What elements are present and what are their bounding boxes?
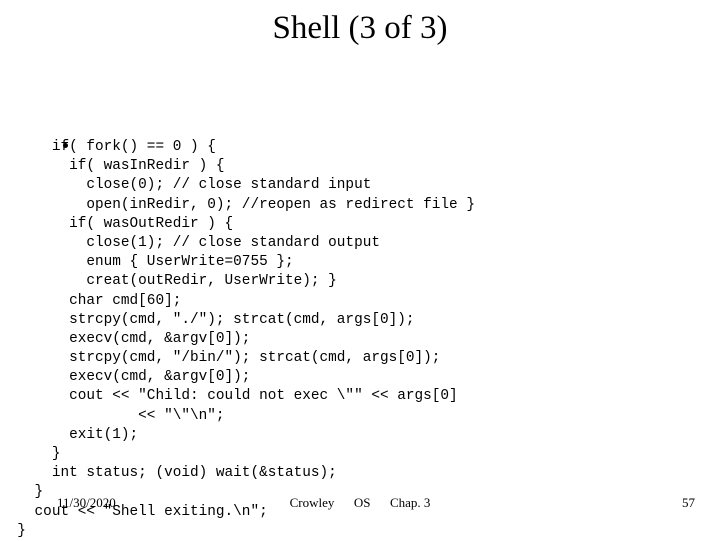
code-line: if( wasInRedir ) { xyxy=(0,158,225,175)
code-line: execv(cmd, &argv[0]); xyxy=(0,369,251,386)
code-line: execv(cmd, &argv[0]); xyxy=(0,330,251,347)
code-line: open(inRedir, 0); //reopen as redirect f… xyxy=(0,196,475,213)
footer-page-number: 57 xyxy=(682,495,695,510)
page-title: Shell (3 of 3) xyxy=(272,10,448,46)
code-line: } xyxy=(0,522,26,539)
code-line: close(1); // close standard output xyxy=(0,234,380,251)
slide-footer: 11/30/2020 Crowley OS Chap. 3 57 xyxy=(0,494,720,516)
code-line: int status; (void) wait(&status); xyxy=(0,465,337,482)
footer-center-text: Crowley OS Chap. 3 xyxy=(289,495,431,510)
code-line: close(0); // close standard input xyxy=(0,177,372,194)
code-line: cout << "Child: could not exec \"" << ar… xyxy=(0,388,458,405)
code-line: creat(outRedir, UserWrite); } xyxy=(0,273,337,290)
code-block: if( fork() == 0 ) { if( wasInRedir ) { c… xyxy=(0,138,720,541)
code-line: strcpy(cmd, "./"); strcat(cmd, args[0]); xyxy=(0,311,415,328)
code-line: << "\"\n"; xyxy=(0,407,225,424)
slide-body: if( fork() == 0 ) { if( wasInRedir ) { c… xyxy=(0,68,720,539)
code-line: strcpy(cmd, "/bin/"); strcat(cmd, args[0… xyxy=(0,350,441,367)
code-line: enum { UserWrite=0755 }; xyxy=(0,254,294,271)
code-line: if( fork() == 0 ) { xyxy=(0,139,216,155)
code-line: char cmd[60]; xyxy=(0,292,182,309)
slide-canvas: Shell (3 of 3) if( fork() == 0 ) { if( w… xyxy=(0,0,720,540)
code-line: if( wasOutRedir ) { xyxy=(0,215,234,232)
code-line: exit(1); xyxy=(0,426,139,443)
code-line: } xyxy=(0,446,61,462)
